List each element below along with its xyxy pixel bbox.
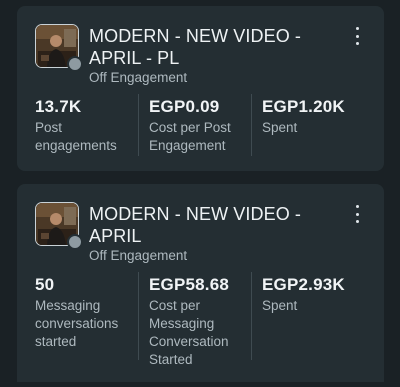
metric-cost-per-conversation: EGP58.68 Cost per Messaging Conversation…	[138, 272, 251, 367]
metric-label: Spent	[262, 298, 298, 313]
status-dot-icon	[67, 56, 83, 72]
campaign-card[interactable]: MODERN - NEW VIDEO -APRIL - PL Off Engag…	[17, 6, 384, 171]
campaign-status-line: Off Engagement	[89, 70, 187, 85]
metric-spent: EGP2.93K Spent	[251, 272, 371, 360]
metric-label: Post engagements	[35, 120, 117, 153]
ad-thumbnail	[35, 202, 83, 250]
campaign-status-line: Off Engagement	[89, 248, 187, 263]
campaign-title[interactable]: MODERN - NEW VIDEO -APRIL	[89, 203, 329, 247]
campaign-metrics: 50 Messaging conversations started EGP58…	[17, 272, 384, 367]
metric-label: Cost per Post Engagement	[149, 120, 231, 153]
ad-thumbnail	[35, 24, 83, 72]
status-dot-icon	[67, 234, 83, 250]
campaign-objective: Engagement	[110, 248, 188, 263]
metric-value: EGP58.68	[149, 275, 230, 294]
metric-value: 50	[35, 275, 55, 294]
metric-cost-per-engagement: EGP0.09 Cost per Post Engagement	[138, 94, 251, 156]
metric-messaging-conversations: 50 Messaging conversations started	[17, 272, 138, 360]
campaign-metrics: 13.7K Post engagements EGP0.09 Cost per …	[17, 94, 384, 156]
metric-spent: EGP1.20K Spent	[251, 94, 371, 156]
metric-label: Messaging conversations started	[35, 298, 119, 349]
more-vertical-icon[interactable]	[352, 205, 362, 223]
campaign-objective: Engagement	[110, 70, 188, 85]
more-vertical-icon[interactable]	[352, 27, 362, 45]
metric-value: EGP1.20K	[262, 97, 345, 116]
metric-value: EGP2.93K	[262, 275, 345, 294]
campaign-list: MODERN - NEW VIDEO -APRIL - PL Off Engag…	[0, 0, 400, 387]
campaign-status: Off	[89, 70, 107, 85]
metric-post-engagements: 13.7K Post engagements	[17, 94, 138, 156]
campaign-status: Off	[89, 248, 107, 263]
metric-label: Spent	[262, 120, 298, 135]
campaign-card[interactable]: MODERN - NEW VIDEO -APRIL Off Engagement…	[17, 184, 384, 382]
metric-value: 13.7K	[35, 97, 82, 116]
campaign-title[interactable]: MODERN - NEW VIDEO -APRIL - PL	[89, 25, 329, 69]
metric-label: Cost per Messaging Conversation Started	[149, 298, 229, 367]
metric-value: EGP0.09	[149, 97, 220, 116]
